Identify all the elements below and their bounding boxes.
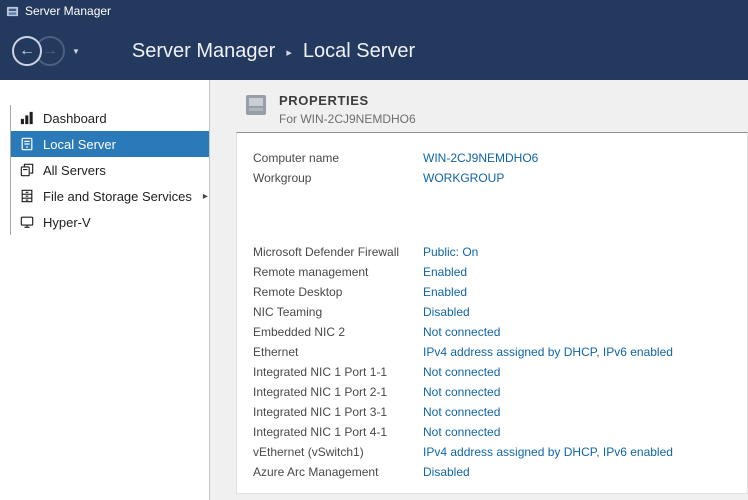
- all-servers-icon: [20, 163, 34, 177]
- property-value-link[interactable]: Enabled: [423, 285, 467, 299]
- breadcrumb-root[interactable]: Server Manager: [132, 40, 275, 63]
- property-value-link[interactable]: Not connected: [423, 365, 500, 379]
- sidebar-item-label: All Servers: [43, 163, 106, 178]
- nav-buttons: ← → ▼: [12, 36, 80, 66]
- property-value-link[interactable]: Not connected: [423, 405, 500, 419]
- server-manager-app-icon: [6, 5, 19, 18]
- sidebar-item-label: Dashboard: [43, 111, 107, 126]
- property-value-link[interactable]: Disabled: [423, 305, 470, 319]
- app-header: ← → ▼ Server Manager ▸ Local Server: [0, 22, 748, 80]
- property-label: Remote management: [253, 265, 423, 279]
- property-label: Embedded NIC 2: [253, 325, 423, 339]
- property-value-link[interactable]: WIN-2CJ9NEMDHO6: [423, 151, 538, 165]
- forward-arrow-icon: →: [42, 43, 58, 59]
- sidebar-item-all-servers[interactable]: All Servers: [11, 157, 209, 183]
- property-label: vEthernet (vSwitch1): [253, 445, 423, 459]
- property-row-integrated-nic-3-1: Integrated NIC 1 Port 3-1 Not connected: [253, 402, 747, 422]
- sidebar-item-file-storage-services[interactable]: File and Storage Services ▸: [11, 183, 209, 209]
- property-label: Integrated NIC 1 Port 2-1: [253, 385, 423, 399]
- sidebar: Dashboard Local Server All Servers: [0, 80, 210, 500]
- property-label: Integrated NIC 1 Port 3-1: [253, 405, 423, 419]
- property-label: Integrated NIC 1 Port 4-1: [253, 425, 423, 439]
- property-row-computer-name: Computer name WIN-2CJ9NEMDHO6: [253, 148, 747, 168]
- property-row-integrated-nic-1-1: Integrated NIC 1 Port 1-1 Not connected: [253, 362, 747, 382]
- property-value-link[interactable]: Not connected: [423, 385, 500, 399]
- property-row-integrated-nic-4-1: Integrated NIC 1 Port 4-1 Not connected: [253, 422, 747, 442]
- back-button[interactable]: ←: [12, 36, 42, 66]
- sidebar-nav-list: Dashboard Local Server All Servers: [10, 105, 209, 235]
- properties-header-text: PROPERTIES For WIN-2CJ9NEMDHO6: [279, 93, 416, 126]
- property-row-vethernet: vEthernet (vSwitch1) IPv4 address assign…: [253, 442, 747, 462]
- content-area: PROPERTIES For WIN-2CJ9NEMDHO6 Computer …: [210, 80, 748, 500]
- sidebar-item-dashboard[interactable]: Dashboard: [11, 105, 209, 131]
- property-value-link[interactable]: Public: On: [423, 245, 478, 259]
- main-area: Dashboard Local Server All Servers: [0, 80, 748, 500]
- properties-subtitle: For WIN-2CJ9NEMDHO6: [279, 112, 416, 126]
- sidebar-item-label: Local Server: [43, 137, 116, 152]
- property-row-remote-desktop: Remote Desktop Enabled: [253, 282, 747, 302]
- property-group-spacer: [253, 188, 747, 242]
- properties-tile-icon: [245, 94, 267, 116]
- property-row-embedded-nic-2: Embedded NIC 2 Not connected: [253, 322, 747, 342]
- hyperv-icon: [20, 215, 34, 229]
- properties-header: PROPERTIES For WIN-2CJ9NEMDHO6: [245, 93, 748, 126]
- property-value-link[interactable]: IPv4 address assigned by DHCP, IPv6 enab…: [423, 445, 673, 459]
- window-title: Server Manager: [25, 4, 111, 18]
- property-value-link[interactable]: Enabled: [423, 265, 467, 279]
- property-label: Ethernet: [253, 345, 423, 359]
- title-bar: Server Manager: [0, 0, 748, 22]
- property-value-link[interactable]: Not connected: [423, 425, 500, 439]
- property-row-nic-teaming: NIC Teaming Disabled: [253, 302, 747, 322]
- property-value-link[interactable]: Not connected: [423, 325, 500, 339]
- property-value-link[interactable]: WORKGROUP: [423, 171, 504, 185]
- property-row-azure-arc: Azure Arc Management Disabled: [253, 462, 747, 482]
- property-label: Computer name: [253, 151, 423, 165]
- nav-dropdown-caret-icon[interactable]: ▼: [72, 47, 80, 56]
- breadcrumb: Server Manager ▸ Local Server: [132, 40, 415, 63]
- back-arrow-icon: ←: [19, 43, 35, 59]
- property-value-link[interactable]: IPv4 address assigned by DHCP, IPv6 enab…: [423, 345, 673, 359]
- local-server-icon: [20, 137, 34, 151]
- property-row-firewall: Microsoft Defender Firewall Public: On: [253, 242, 747, 262]
- properties-title: PROPERTIES: [279, 93, 416, 108]
- property-label: Workgroup: [253, 171, 423, 185]
- property-label: NIC Teaming: [253, 305, 423, 319]
- property-row-ethernet: Ethernet IPv4 address assigned by DHCP, …: [253, 342, 747, 362]
- expand-chevron-icon[interactable]: ▸: [203, 191, 208, 202]
- sidebar-item-label: File and Storage Services: [43, 189, 192, 204]
- property-value-link[interactable]: Disabled: [423, 465, 470, 479]
- property-row-workgroup: Workgroup WORKGROUP: [253, 168, 747, 188]
- property-row-remote-management: Remote management Enabled: [253, 262, 747, 282]
- dashboard-icon: [20, 111, 34, 125]
- sidebar-item-hyper-v[interactable]: Hyper-V: [11, 209, 209, 235]
- file-storage-icon: [20, 189, 34, 203]
- sidebar-item-local-server[interactable]: Local Server: [11, 131, 209, 157]
- breadcrumb-current: Local Server: [303, 40, 415, 63]
- property-label: Integrated NIC 1 Port 1-1: [253, 365, 423, 379]
- property-label: Azure Arc Management: [253, 465, 423, 479]
- properties-panel: Computer name WIN-2CJ9NEMDHO6 Workgroup …: [236, 132, 748, 494]
- property-label: Microsoft Defender Firewall: [253, 245, 423, 259]
- breadcrumb-separator-icon: ▸: [286, 44, 292, 59]
- property-label: Remote Desktop: [253, 285, 423, 299]
- sidebar-item-label: Hyper-V: [43, 215, 91, 230]
- property-row-integrated-nic-2-1: Integrated NIC 1 Port 2-1 Not connected: [253, 382, 747, 402]
